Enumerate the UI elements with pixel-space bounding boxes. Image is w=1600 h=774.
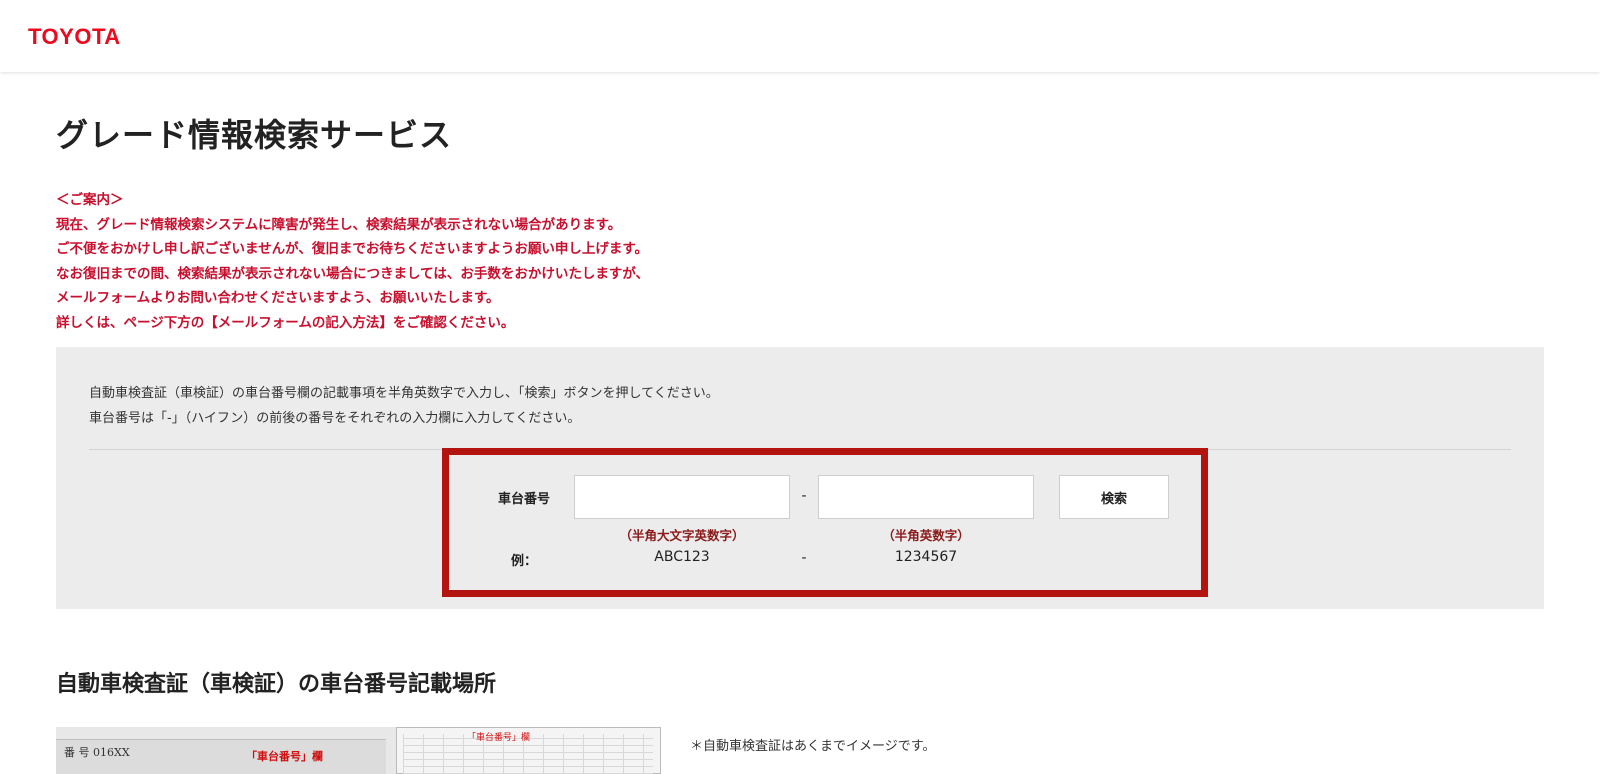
- section-title: 自動車検査証（車検証）の車台番号記載場所: [56, 672, 497, 697]
- hyphen-separator: -: [801, 488, 807, 504]
- chassis-field-callout: 「車台番号」欄: [246, 750, 323, 763]
- example-serial: 1234567: [894, 549, 958, 565]
- search-panel: 自動車検査証（車検証）の車台番号欄の記載事項を半角英数字で入力し、「検索」ボタン…: [56, 347, 1544, 609]
- certificate-number-text: 番 号 016XX: [64, 746, 130, 759]
- certificate-left-part: 番 号 016XX 「車台番号」欄: [56, 739, 386, 774]
- instruction-line: 車台番号は「-」（ハイフン）の前後の番号をそれぞれの入力欄に入力してください。: [89, 411, 581, 426]
- notice-line: 詳しくは、ページ下方の【メールフォームの記入方法】をご確認ください。: [56, 314, 515, 331]
- notice-line: ＜ご案内＞: [56, 192, 124, 208]
- service-notice: ＜ご案内＞ 現在、グレード情報検索システムに障害が発生し、検索結果が表示されない…: [56, 188, 816, 335]
- notice-line: メールフォームよりお問い合わせくださいますよう、お願いいたします。: [56, 290, 500, 306]
- serial-format-hint: （半角英数字）: [882, 528, 970, 543]
- inspection-certificate-image: 番 号 016XX 「車台番号」欄 「車台番号」欄: [56, 727, 661, 774]
- notice-line: 現在、グレード情報検索システムに障害が発生し、検索結果が表示されない場合がありま…: [56, 216, 622, 233]
- chassis-prefix-input[interactable]: [574, 475, 790, 519]
- toyota-logo[interactable]: TOYOTA: [28, 24, 121, 50]
- example-prefix: ABC123: [654, 549, 710, 565]
- chassis-search-form: 車台番号 - 検索 （半角大文字英数字） （半角英数字） 例： ABC123 -…: [442, 448, 1208, 597]
- main-content: グレード情報検索サービス ＜ご案内＞ 現在、グレード情報検索システムに障害が発生…: [0, 72, 1600, 774]
- site-header: TOYOTA: [0, 0, 1600, 72]
- chassis-number-label: 車台番号: [497, 492, 550, 507]
- instruction-line: 自動車検査証（車検証）の車台番号欄の記載事項を半角英数字で入力し、「検索」ボタン…: [89, 386, 719, 401]
- chassis-serial-input[interactable]: [818, 475, 1034, 519]
- example-label: 例：: [510, 554, 537, 569]
- example-hyphen: -: [801, 550, 807, 566]
- image-note: ＊自動車検査証はあくまでイメージです。: [690, 739, 936, 754]
- page-title: グレード情報検索サービス: [56, 116, 453, 154]
- notice-line: ご不便をおかけし申し訳ございませんが、復旧までお待ちくださいますようお願い申し上…: [56, 241, 648, 257]
- search-button[interactable]: 検索: [1059, 475, 1169, 519]
- certificate-right-part: 「車台番号」欄: [396, 727, 661, 774]
- prefix-format-hint: （半角大文字英数字）: [619, 528, 745, 543]
- search-instructions: 自動車検査証（車検証）の車台番号欄の記載事項を半角英数字で入力し、「検索」ボタン…: [89, 381, 719, 431]
- notice-line: なお復旧までの間、検索結果が表示されない場合につきましては、お手数をおかけいたし…: [56, 265, 650, 282]
- chassis-field-callout-small: 「車台番号」欄: [467, 733, 531, 743]
